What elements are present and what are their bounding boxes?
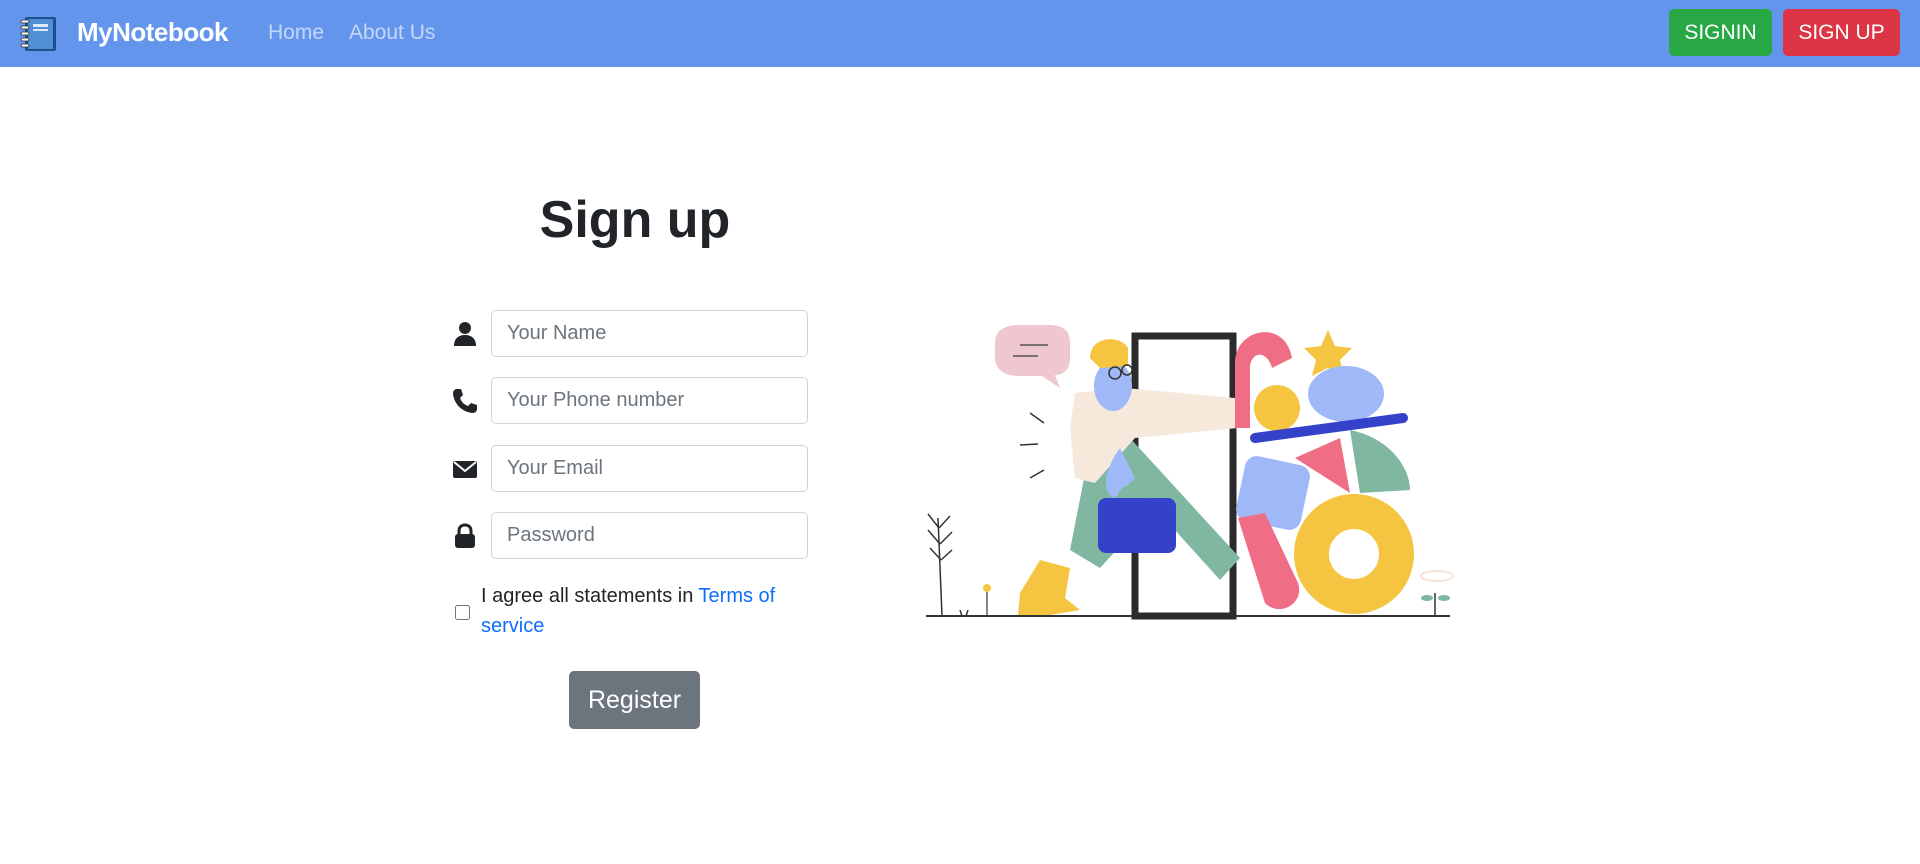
terms-label: I agree all statements in Terms of servi… [481, 581, 801, 641]
signup-illustration [926, 325, 1454, 620]
page-title: Sign up [539, 191, 731, 249]
lock-icon [455, 523, 475, 548]
password-input[interactable] [491, 512, 808, 559]
brand-link[interactable]: MyNotebook [77, 16, 229, 48]
user-icon [454, 322, 476, 346]
register-button[interactable]: Register [569, 671, 700, 729]
notebook-icon[interactable] [19, 16, 59, 52]
nav-about-link[interactable]: About Us [349, 20, 435, 46]
phone-input[interactable] [491, 377, 808, 424]
navbar: MyNotebook Home About Us SIGNIN SIGN UP [0, 0, 1920, 67]
terms-text: I agree all statements in [481, 585, 694, 607]
nav-home-link[interactable]: Home [268, 20, 324, 46]
signin-button[interactable]: SIGNIN [1669, 9, 1772, 56]
envelope-icon [453, 461, 477, 478]
email-input[interactable] [491, 445, 808, 492]
phone-icon [453, 389, 477, 413]
terms-checkbox[interactable] [455, 605, 470, 620]
signup-button[interactable]: SIGN UP [1783, 9, 1900, 56]
name-input[interactable] [491, 310, 808, 357]
